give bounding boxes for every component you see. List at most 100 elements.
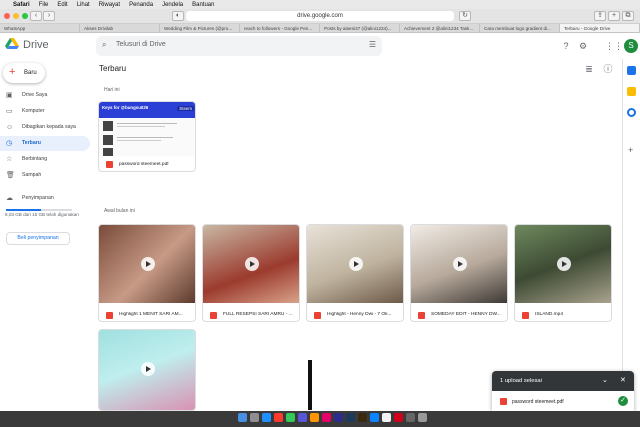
new-button[interactable]: + Baru: [3, 63, 45, 83]
menu-window[interactable]: Jendela: [162, 2, 183, 8]
sidebar-item-label: Drive Saya: [22, 92, 48, 98]
drive-logo-icon[interactable]: [5, 38, 19, 50]
pdf-file-icon: [500, 398, 507, 405]
music-icon[interactable]: [322, 413, 331, 422]
appstore-icon[interactable]: [370, 413, 379, 422]
close-icon[interactable]: ✕: [620, 371, 626, 391]
sidebar-item-starred[interactable]: ☆ Berbintang: [0, 152, 90, 167]
sidebar-item-storage[interactable]: ☁ Penyimpanan: [0, 191, 90, 206]
share-icon[interactable]: ⇪: [594, 11, 606, 21]
check-icon: ✓: [618, 396, 628, 406]
sidebar-item-my-drive[interactable]: ▣ Drive Saya: [0, 88, 90, 103]
premiere-icon[interactable]: [334, 413, 343, 422]
plus-icon: +: [9, 66, 16, 78]
tab-overview-icon[interactable]: ⧉: [622, 11, 634, 21]
sidebar-item-label: Komputer: [22, 108, 45, 114]
illustrator-icon[interactable]: [358, 413, 367, 422]
forward-button[interactable]: ›: [43, 11, 55, 21]
qr-code-icon: [103, 121, 113, 131]
help-icon[interactable]: ?: [560, 40, 572, 52]
menu-view[interactable]: Lihat: [77, 2, 90, 8]
calendar-icon[interactable]: [627, 66, 636, 75]
file-card-video[interactable]: Highlight 1 MENIT SARI AM...: [98, 224, 196, 322]
file-card-video[interactable]: Highlight - Henny Dwi - 7 Ok...: [306, 224, 404, 322]
photoshop-icon[interactable]: [346, 413, 355, 422]
sidebar-item-computers[interactable]: ▭ Komputer: [0, 104, 90, 119]
file-card-video[interactable]: SOMEDAY EDIT - HENNY DW...: [410, 224, 508, 322]
file-card-video[interactable]: ISLAND.mp4: [514, 224, 612, 322]
sidebar-item-shared[interactable]: ☺ Dibagikan kepada saya: [0, 120, 90, 135]
search-options-icon[interactable]: ☰: [369, 40, 376, 49]
tab-achievement[interactable]: Achievement 2 @alini1234 Task...: [400, 24, 480, 32]
photos-icon[interactable]: [310, 413, 319, 422]
acrobat-icon[interactable]: [394, 413, 403, 422]
safari-icon[interactable]: [262, 413, 271, 422]
reload-icon[interactable]: ↻: [459, 11, 471, 21]
menu-edit[interactable]: Edit: [57, 2, 67, 8]
minimize-window-button[interactable]: [13, 13, 19, 19]
chevron-down-icon[interactable]: ⌄: [602, 371, 608, 391]
star-icon: ☆: [6, 156, 13, 163]
search-icon[interactable]: ⌕: [102, 40, 106, 50]
info-icon[interactable]: ⓘ: [602, 63, 614, 75]
side-panel: +: [622, 59, 640, 389]
pdf-text-line: [117, 126, 165, 127]
people-icon: ☺: [6, 124, 14, 131]
menu-bookmarks[interactable]: Penanda: [129, 2, 153, 8]
settings-dock-icon[interactable]: [406, 413, 415, 422]
play-icon: [349, 257, 363, 271]
menu-history[interactable]: Riwayat: [99, 2, 120, 8]
launchpad-icon[interactable]: [250, 413, 259, 422]
avatar[interactable]: S: [624, 39, 638, 53]
add-addon-icon[interactable]: +: [628, 145, 633, 155]
facetime-icon[interactable]: [298, 413, 307, 422]
mail-icon[interactable]: [274, 413, 283, 422]
video-file-icon: [418, 312, 425, 319]
new-button-label: Baru: [24, 70, 37, 76]
file-card-pdf[interactable]: Keys for @bungsu026 Steem password steem…: [98, 101, 196, 172]
list-view-icon[interactable]: ≣: [583, 63, 595, 75]
messages-icon[interactable]: [286, 413, 295, 422]
storage-usage-text: 8,03 GB dari 15 GB telah digunakan: [5, 212, 79, 217]
tab-whatsapp[interactable]: WhatsApp: [0, 24, 80, 32]
upload-panel: 1 upload selesai ⌄ ✕ password steemeet.p…: [492, 371, 634, 411]
sidebar-item-trash[interactable]: 🗑 Sampah: [0, 168, 90, 183]
apps-grid-icon[interactable]: ⋮⋮: [605, 40, 623, 52]
search-input[interactable]: Telusuri di Drive: [116, 41, 166, 48]
upload-panel-header: 1 upload selesai ⌄ ✕: [492, 371, 634, 391]
menu-safari[interactable]: Safari: [13, 2, 30, 8]
sidebar-item-recent[interactable]: ◷ Terbaru: [0, 136, 90, 151]
tab-wedding-film[interactable]: Wedding Film & Pictures (@pro...: [160, 24, 240, 32]
finder-icon[interactable]: [238, 413, 247, 422]
file-card-video[interactable]: FULL RESEPSI SARI AMRU - ...: [202, 224, 300, 322]
file-card-video[interactable]: [98, 329, 196, 411]
trash-dock-icon[interactable]: [418, 413, 427, 422]
video-file-icon: [106, 312, 113, 319]
close-window-button[interactable]: [4, 13, 10, 19]
menu-help[interactable]: Bantuan: [192, 2, 214, 8]
sidebar-item-label: Dibagikan kepada saya: [22, 124, 76, 130]
privacy-shield-icon[interactable]: ◐: [172, 11, 184, 21]
drive-title: Drive: [23, 39, 49, 51]
chrome-icon[interactable]: [382, 413, 391, 422]
file-name: password steemeet.pdf: [119, 162, 169, 167]
new-tab-icon[interactable]: +: [608, 11, 620, 21]
tasks-icon[interactable]: [627, 108, 636, 117]
tab-akses-drivilab[interactable]: Akses Drivilab: [80, 24, 160, 32]
buy-storage-button[interactable]: Beli penyimpanan: [6, 232, 70, 245]
menu-file[interactable]: File: [39, 2, 49, 8]
address-bar[interactable]: drive.google.com: [186, 11, 454, 21]
tab-logo-gradient[interactable]: Cara membuat logo gradient di...: [480, 24, 560, 32]
back-button[interactable]: ‹: [30, 11, 42, 21]
search-box[interactable]: ⌕ Telusuri di Drive ☰: [96, 36, 382, 56]
tab-google-drive[interactable]: Terbaru - Google Drive: [560, 24, 640, 32]
pdf-text-line: [117, 123, 177, 124]
settings-icon[interactable]: ⚙: [577, 40, 589, 52]
tab-reach-followers[interactable]: reach to followers - Google Pen...: [240, 24, 320, 32]
pdf-file-icon: [106, 161, 113, 168]
tab-posts-alaeni[interactable]: Posts by alaeni37 (@alini1234)...: [320, 24, 400, 32]
zoom-window-button[interactable]: [22, 13, 28, 19]
play-icon: [141, 257, 155, 271]
keep-icon[interactable]: [627, 87, 636, 96]
file-name: Highlight 1 MENIT SARI AM...: [119, 312, 183, 317]
